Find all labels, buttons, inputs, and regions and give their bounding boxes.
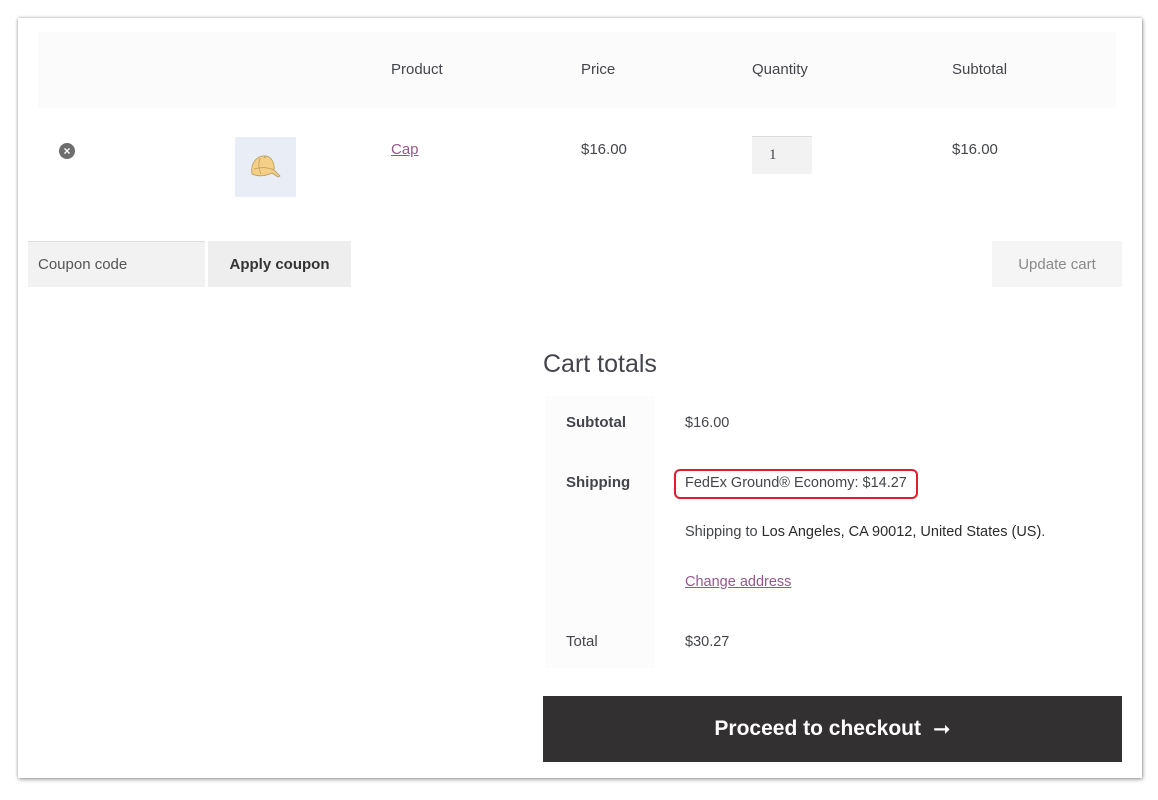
shipping-to-suffix: . (1041, 524, 1046, 540)
arrow-right-icon: ➞ (932, 717, 951, 741)
item-subtotal: $16.00 (952, 141, 998, 158)
total-label: Total (566, 633, 598, 650)
apply-coupon-button[interactable]: Apply coupon (208, 241, 351, 287)
header-product: Product (391, 61, 443, 78)
subtotal-value: $16.00 (685, 415, 730, 431)
shipping-label: Shipping (566, 474, 631, 491)
item-price: $16.00 (581, 141, 627, 158)
shipping-method: FedEx Ground® Economy: $14.27 (685, 475, 907, 491)
shipping-destination: Los Angeles, CA 90012, United States (US… (761, 524, 1042, 540)
update-cart-button[interactable]: Update cart (992, 241, 1122, 287)
checkout-label: Proceed to checkout (714, 717, 921, 740)
quantity-input[interactable] (752, 136, 812, 174)
shipping-to-prefix: Shipping to (685, 524, 762, 540)
coupon-code-input[interactable] (28, 241, 205, 287)
product-link-cap[interactable]: Cap (391, 141, 419, 158)
subtotal-label: Subtotal (566, 414, 626, 431)
total-value: $30.27 (685, 634, 730, 650)
header-quantity: Quantity (752, 61, 808, 78)
totals-label-column (545, 396, 655, 668)
change-address-link[interactable]: Change address (685, 574, 791, 590)
cap-icon (250, 155, 281, 178)
cart-totals-title: Cart totals (543, 350, 657, 378)
proceed-to-checkout-button[interactable]: Proceed to checkout ➞ (543, 696, 1122, 762)
remove-item-icon[interactable]: × (59, 143, 75, 159)
header-price: Price (581, 61, 616, 78)
shipping-destination-text: Shipping to Los Angeles, CA 90012, Unite… (685, 524, 1045, 540)
product-thumbnail[interactable] (235, 137, 296, 197)
cart-page: Product Price Quantity Subtotal × Cap $1… (18, 18, 1142, 778)
header-subtotal: Subtotal (952, 61, 1008, 78)
